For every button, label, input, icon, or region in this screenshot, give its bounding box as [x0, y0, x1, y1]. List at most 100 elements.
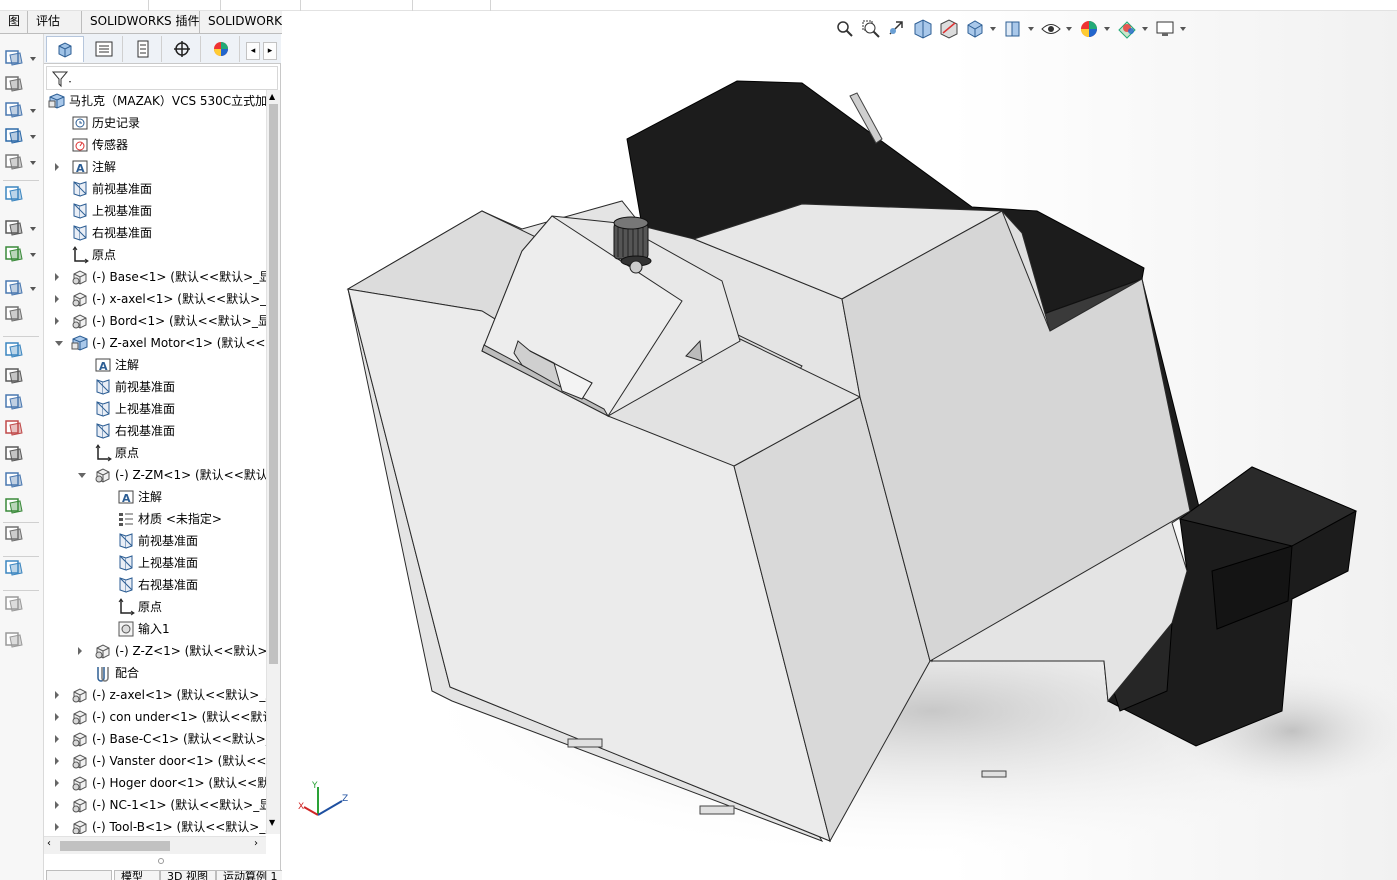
feature-icon[interactable]: [3, 100, 25, 120]
previous-view-icon[interactable]: [886, 18, 908, 40]
chevron-down-icon[interactable]: [1180, 27, 1186, 31]
display-manager-tab[interactable]: [202, 36, 240, 62]
smart-dimension-icon[interactable]: [3, 74, 25, 94]
ribbon-tab[interactable]: 评估: [28, 11, 82, 34]
mate-icon[interactable]: [3, 152, 25, 172]
tree-item[interactable]: 输入1: [44, 618, 266, 640]
exploded-view-icon[interactable]: [3, 444, 25, 464]
section-view-icon[interactable]: [912, 18, 934, 40]
tree-item[interactable]: 上视基准面: [44, 552, 266, 574]
edit-appearance-icon[interactable]: [1078, 18, 1100, 40]
chevron-right-icon[interactable]: [55, 317, 59, 325]
chevron-down-icon[interactable]: [30, 135, 36, 139]
view-orientation-icon[interactable]: [964, 18, 986, 40]
tree-item[interactable]: 原点: [44, 596, 266, 618]
chevron-down-icon[interactable]: [30, 253, 36, 257]
align-icon[interactable]: [3, 630, 25, 650]
view-settings-icon[interactable]: [1154, 18, 1176, 40]
chevron-down-icon[interactable]: [30, 227, 36, 231]
tree-item[interactable]: (-) Base<1> (默认<<默认>_显示: [44, 266, 266, 288]
chevron-down-icon[interactable]: [78, 473, 86, 478]
bottom-tab[interactable]: 模型: [114, 870, 160, 880]
tree-item[interactable]: 右视基准面: [44, 222, 266, 244]
chevron-right-icon[interactable]: [55, 713, 59, 721]
tree-horizontal-scroll-thumb[interactable]: [60, 841, 170, 851]
scroll-down-icon[interactable]: ▼: [269, 818, 275, 827]
tree-item[interactable]: 配合: [44, 662, 266, 684]
tree-item[interactable]: 右视基准面: [44, 574, 266, 596]
panel-splitter-grip[interactable]: [158, 858, 164, 864]
tree-item[interactable]: A 注解: [44, 156, 266, 178]
tabs-scroll-left[interactable]: ◂: [246, 42, 260, 60]
zoom-to-area-icon[interactable]: [860, 18, 882, 40]
reference-geometry-icon[interactable]: [3, 366, 25, 386]
tree-item[interactable]: (-) Z-axel Motor<1> (默认<<显: [44, 332, 266, 354]
chevron-down-icon[interactable]: [1142, 27, 1148, 31]
update-icon[interactable]: [3, 496, 25, 516]
graphics-area[interactable]: Y X Z: [282, 11, 1397, 880]
show-hidden-icon[interactable]: [3, 304, 25, 324]
chevron-right-icon[interactable]: [55, 757, 59, 765]
configurationmanager-tab[interactable]: [124, 36, 162, 62]
smart-fastener-icon[interactable]: [3, 244, 25, 264]
chevron-right-icon[interactable]: [55, 691, 59, 699]
chevron-down-icon[interactable]: [1104, 27, 1110, 31]
scroll-right-icon[interactable]: ›: [254, 838, 258, 849]
take-snapshot-icon[interactable]: [3, 524, 25, 544]
chevron-down-icon[interactable]: [55, 341, 63, 346]
tree-item[interactable]: (-) Z-Z<1> (默认<<默认>_显: [44, 640, 266, 662]
tree-item[interactable]: 前视基准面: [44, 376, 266, 398]
measure-icon[interactable]: [3, 594, 25, 614]
chevron-down-icon[interactable]: [30, 287, 36, 291]
scroll-up-icon[interactable]: ▲: [269, 92, 275, 101]
chevron-down-icon[interactable]: [30, 109, 36, 113]
propertymanager-tab[interactable]: [85, 36, 123, 62]
tree-item[interactable]: 原点: [44, 244, 266, 266]
sketch-icon[interactable]: [3, 48, 25, 68]
assembly-features-icon[interactable]: [3, 340, 25, 360]
tree-item[interactable]: 传感器: [44, 134, 266, 156]
tree-item[interactable]: (-) x-axel<1> (默认<<默认>_显: [44, 288, 266, 310]
tree-vertical-scroll-thumb[interactable]: [269, 104, 278, 664]
tab-scroll-buttons[interactable]: [46, 870, 112, 880]
chevron-right-icon[interactable]: [55, 735, 59, 743]
tree-item[interactable]: A 注解: [44, 354, 266, 376]
hide-show-items-icon[interactable]: [1040, 18, 1062, 40]
chevron-down-icon[interactable]: [1066, 27, 1072, 31]
dynamic-annotation-icon[interactable]: [938, 18, 960, 40]
tree-item[interactable]: (-) Vanster door<1> (默认<<默: [44, 750, 266, 772]
scroll-left-icon[interactable]: ‹: [47, 838, 51, 849]
chevron-right-icon[interactable]: [55, 823, 59, 831]
dimxpert-tab[interactable]: [163, 36, 201, 62]
tabs-scroll-right[interactable]: ▸: [263, 42, 277, 60]
tree-item[interactable]: (-) Tool-B<1> (默认<<默认>_显: [44, 816, 266, 834]
tree-item[interactable]: (-) z-axel<1> (默认<<默认>_显: [44, 684, 266, 706]
chevron-down-icon[interactable]: [30, 161, 36, 165]
tree-item[interactable]: 历史记录: [44, 112, 266, 134]
tree-item[interactable]: 前视基准面: [44, 178, 266, 200]
tree-item[interactable]: 右视基准面: [44, 420, 266, 442]
tree-item[interactable]: (-) Bord<1> (默认<<默认>_显示: [44, 310, 266, 332]
display-style-icon[interactable]: [1002, 18, 1024, 40]
chevron-right-icon[interactable]: [55, 273, 59, 281]
chevron-right-icon[interactable]: [55, 779, 59, 787]
tree-filter-box[interactable]: [46, 66, 278, 90]
apply-scene-icon[interactable]: [1116, 18, 1138, 40]
assembly-icon[interactable]: [3, 126, 25, 146]
tree-item[interactable]: (-) Base-C<1> (默认<<默认>_显: [44, 728, 266, 750]
bill-of-materials-icon[interactable]: [3, 418, 25, 438]
instant3d-icon[interactable]: [3, 470, 25, 490]
chevron-right-icon[interactable]: [55, 163, 59, 171]
tree-item[interactable]: 马扎克（MAZAK）VCS 530C立式加: [44, 90, 266, 112]
tree-vertical-scrollbar[interactable]: ▲ ▼: [266, 90, 280, 834]
bottom-tab[interactable]: 3D 视图: [160, 870, 216, 880]
chevron-down-icon[interactable]: [30, 57, 36, 61]
tree-item[interactable]: 材质 <未指定>: [44, 508, 266, 530]
bottom-tab[interactable]: 运动算例 1: [216, 870, 286, 880]
tree-item[interactable]: (-) Hoger door<1> (默认<<默: [44, 772, 266, 794]
chevron-down-icon[interactable]: [990, 27, 996, 31]
machine-model[interactable]: [282, 11, 1397, 880]
tree-horizontal-scrollbar[interactable]: ‹ ›: [44, 836, 266, 854]
tree-item[interactable]: (-) con under<1> (默认<<默认: [44, 706, 266, 728]
tree-item[interactable]: 前视基准面: [44, 530, 266, 552]
